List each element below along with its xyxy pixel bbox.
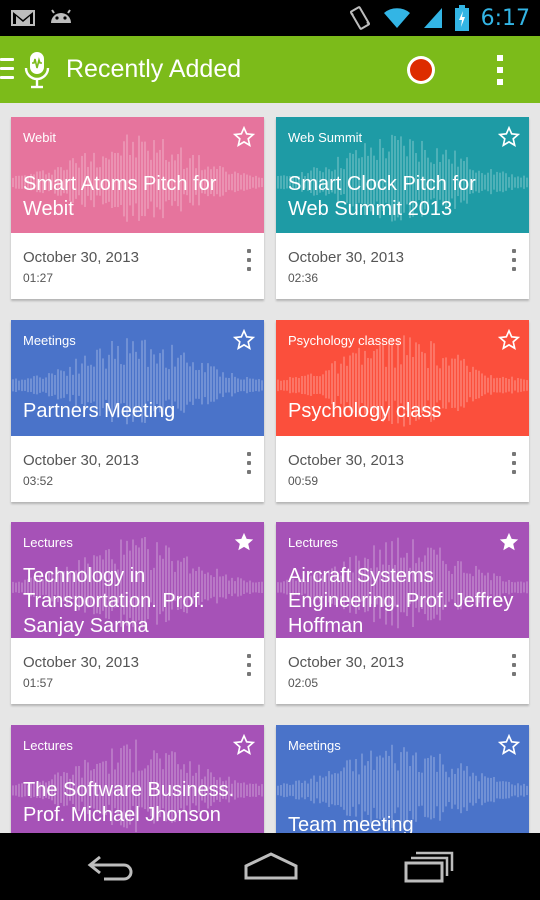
recording-card[interactable]: Webit Smart Atoms Pitch for Webit Octobe…: [11, 117, 264, 299]
recording-card[interactable]: Lectures Aircraft Systems Engineering. P…: [276, 522, 529, 704]
status-bar: 6:17: [0, 0, 540, 36]
card-header: Lectures The Software Business. Prof. Mi…: [11, 725, 264, 833]
card-title: Smart Atoms Pitch for Webit: [23, 173, 217, 220]
star-icon[interactable]: [233, 734, 255, 756]
page-title: Recently Added: [66, 55, 242, 83]
star-icon[interactable]: [498, 329, 520, 351]
card-overflow-button[interactable]: [511, 249, 517, 271]
card-date: October 30, 2013: [23, 654, 139, 671]
card-duration: 01:27: [23, 271, 54, 285]
card-duration: 03:52: [23, 474, 54, 488]
card-title: Team meeting: [288, 814, 414, 833]
recording-card[interactable]: Meetings Partners Meeting October 30, 20…: [11, 320, 264, 502]
recent-apps-icon[interactable]: [404, 851, 454, 883]
recording-card[interactable]: Meetings Team meeting: [276, 725, 529, 833]
navigation-bar: [0, 833, 540, 900]
vibrate-icon: [349, 6, 370, 30]
card-header: Meetings Team meeting: [276, 725, 529, 833]
card-title: Partners Meeting: [23, 400, 176, 422]
card-header: Web Summit Smart Clock Pitch for Web Sum…: [276, 117, 529, 233]
recording-card[interactable]: Web Summit Smart Clock Pitch for Web Sum…: [276, 117, 529, 299]
battery-charging-icon: [454, 5, 469, 31]
card-duration: 02:05: [288, 676, 319, 690]
home-icon[interactable]: [243, 851, 299, 881]
card-category: Psychology classes: [288, 333, 402, 348]
card-overflow-button[interactable]: [511, 654, 517, 676]
card-header: Meetings Partners Meeting: [11, 320, 264, 436]
wifi-icon: [383, 8, 410, 28]
card-date: October 30, 2013: [288, 654, 404, 671]
gmail-icon: [11, 10, 35, 26]
record-button[interactable]: [407, 56, 435, 84]
card-overflow-button[interactable]: [246, 249, 252, 271]
back-icon[interactable]: [86, 853, 138, 883]
star-icon[interactable]: [498, 126, 520, 148]
card-duration: 00:59: [288, 474, 319, 488]
star-icon[interactable]: [233, 329, 255, 351]
card-header: Webit Smart Atoms Pitch for Webit: [11, 117, 264, 233]
star-icon[interactable]: [498, 734, 520, 756]
card-duration: 02:36: [288, 271, 319, 285]
card-category: Lectures: [288, 535, 338, 550]
card-category: Webit: [23, 130, 56, 145]
card-duration: 01:57: [23, 676, 54, 690]
android-icon: [51, 9, 71, 23]
signal-icon: [423, 8, 442, 28]
star-icon[interactable]: [233, 531, 255, 553]
card-title: Technology in Transportation. Prof. Sanj…: [23, 565, 205, 637]
card-header: Lectures Aircraft Systems Engineering. P…: [276, 522, 529, 638]
star-icon[interactable]: [233, 126, 255, 148]
card-overflow-button[interactable]: [246, 654, 252, 676]
record-icon: [410, 59, 432, 81]
recording-card[interactable]: Psychology classes Psychology class Octo…: [276, 320, 529, 502]
status-time: 6:17: [480, 5, 530, 31]
card-overflow-button[interactable]: [246, 452, 252, 474]
card-date: October 30, 2013: [288, 249, 404, 266]
overflow-menu-button[interactable]: [494, 53, 506, 87]
recordings-grid: Webit Smart Atoms Pitch for Webit Octobe…: [0, 103, 540, 833]
card-title: Psychology class: [288, 400, 442, 422]
recording-card[interactable]: Lectures Technology in Transportation. P…: [11, 522, 264, 704]
card-category: Lectures: [23, 738, 73, 753]
card-overflow-button[interactable]: [511, 452, 517, 474]
star-icon[interactable]: [498, 531, 520, 553]
card-category: Lectures: [23, 535, 73, 550]
card-category: Web Summit: [288, 130, 363, 145]
card-date: October 30, 2013: [23, 249, 139, 266]
recording-card[interactable]: Lectures The Software Business. Prof. Mi…: [11, 725, 264, 833]
menu-icon[interactable]: [0, 58, 14, 80]
card-title: Smart Clock Pitch for Web Summit 2013: [288, 173, 476, 220]
mic-icon[interactable]: [24, 51, 50, 89]
card-date: October 30, 2013: [23, 452, 139, 469]
action-bar: Recently Added: [0, 36, 540, 103]
card-title: Aircraft Systems Engineering. Prof. Jeff…: [288, 565, 514, 637]
card-category: Meetings: [288, 738, 341, 753]
card-category: Meetings: [23, 333, 76, 348]
card-title: The Software Business. Prof. Michael Jho…: [23, 779, 235, 826]
card-header: Psychology classes Psychology class: [276, 320, 529, 436]
card-header: Lectures Technology in Transportation. P…: [11, 522, 264, 638]
card-date: October 30, 2013: [288, 452, 404, 469]
